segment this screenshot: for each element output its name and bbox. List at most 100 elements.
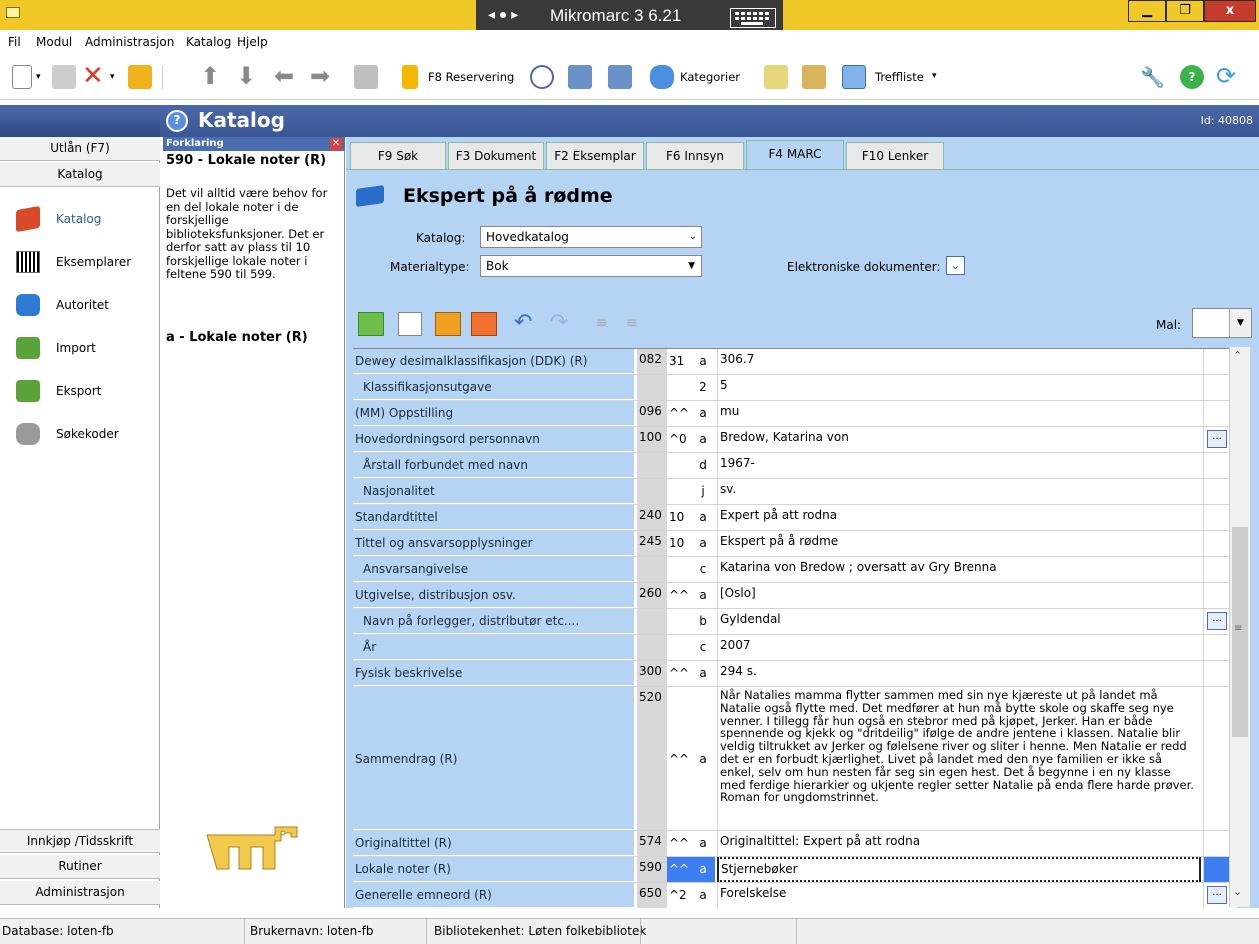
ellipsis-button[interactable]: ...: [1207, 886, 1227, 904]
maximize-button[interactable]: ❐: [1166, 0, 1204, 22]
grid-scrollbar[interactable]: ⌃ ≡ ⌄: [1229, 347, 1250, 907]
help-icon[interactable]: ?: [1180, 65, 1204, 89]
marc-indicator[interactable]: 10: [667, 531, 691, 556]
app-icon[interactable]: [6, 7, 20, 18]
ellipsis-button[interactable]: ...: [1207, 612, 1227, 630]
edit-icon[interactable]: [52, 65, 76, 89]
wrench-icon[interactable]: 🔧: [1140, 65, 1165, 89]
catalog-select[interactable]: Hovedkatalog ⌄: [480, 226, 702, 248]
marc-subfield-code[interactable]: c: [691, 635, 715, 660]
help-close-icon[interactable]: ✕: [330, 138, 342, 150]
marc-row[interactable]: Klassifikasjonsutgave 2 5: [353, 375, 1237, 401]
marc-indicator[interactable]: 10: [667, 505, 691, 530]
print-icon[interactable]: [354, 65, 378, 89]
keyboard-icon[interactable]: [730, 8, 776, 28]
menu-fil[interactable]: Fil: [8, 35, 21, 49]
marc-row[interactable]: Fysisk beskrivelse 300 ^^ a 294 s.: [353, 661, 1237, 687]
marc-indicator[interactable]: ^^: [667, 831, 691, 856]
copy-icon[interactable]: [764, 65, 788, 89]
marc-value[interactable]: 1967-: [717, 453, 1201, 478]
marc-subfield-code[interactable]: a: [691, 661, 715, 686]
new-dropdown-icon[interactable]: ▾: [36, 72, 41, 82]
add-field-icon[interactable]: [398, 312, 422, 336]
marc-value[interactable]: 306.7: [717, 349, 1201, 374]
marc-value[interactable]: 2007: [717, 635, 1201, 660]
material-type-select[interactable]: Bok ▼: [480, 255, 702, 277]
marc-row[interactable]: Dewey desimalklassifikasjon (DDK) (R) 082…: [353, 349, 1237, 375]
marc-value[interactable]: Ekspert på å rødme: [717, 531, 1201, 556]
down-arrow-icon[interactable]: ⬇: [236, 64, 260, 89]
marc-subfield-code[interactable]: b: [691, 609, 715, 634]
marc-subfield-code[interactable]: a: [691, 349, 715, 374]
marc-value[interactable]: Expert på att rodna: [717, 505, 1201, 530]
marc-row[interactable]: Årstall forbundet med navn d 1967-: [353, 453, 1237, 479]
marc-value-input[interactable]: Stjernebøker: [717, 857, 1201, 882]
menu-hjelp[interactable]: Hjelp: [237, 35, 268, 49]
marc-row[interactable]: Nasjonalitet j sv.: [353, 479, 1237, 505]
marc-value[interactable]: Bredow, Katarina von: [717, 427, 1201, 452]
marc-row[interactable]: Hovedordningsord personnavn 100 ^0 a Bredow,…: [353, 427, 1237, 453]
marc-indicator[interactable]: [667, 635, 691, 660]
marc-value[interactable]: Forelskelse: [717, 883, 1201, 908]
marc-value[interactable]: 5: [717, 375, 1201, 400]
add-row-icon[interactable]: [435, 312, 461, 336]
marc-value[interactable]: Gyldendal: [717, 609, 1201, 634]
marc-indicator[interactable]: ^^: [667, 401, 691, 426]
remove-record-icon[interactable]: [608, 65, 632, 89]
paste-icon[interactable]: [802, 65, 826, 89]
new-icon[interactable]: [12, 65, 32, 89]
nav-tab-rutiner[interactable]: Rutiner: [0, 855, 160, 879]
tab-search[interactable]: F9 Søk: [350, 142, 446, 169]
scroll-down-icon[interactable]: ⌄: [1233, 885, 1242, 898]
marc-row[interactable]: Originaltittel (R) 574 ^^ a Originaltittel: …: [353, 831, 1237, 857]
marc-indicator[interactable]: ^2: [667, 883, 691, 908]
marc-indicator[interactable]: [667, 609, 691, 634]
nav-tab-utlan[interactable]: Utlån (F7): [0, 137, 160, 161]
nav-tab-innkjop[interactable]: Innkjøp /Tidsskrift: [0, 829, 160, 853]
ellipsis-button[interactable]: ...: [1207, 430, 1227, 448]
left-arrow-icon[interactable]: ⬅: [274, 64, 298, 89]
marc-subfield-code[interactable]: a: [691, 531, 715, 556]
marc-row[interactable]: (MM) Oppstilling 096 ^^ a mu: [353, 401, 1237, 427]
marc-row[interactable]: Utgivelse, distribusjon osv. 260 ^^ a [Oslo]: [353, 583, 1237, 609]
marc-subfield-code[interactable]: a: [691, 883, 715, 908]
marc-row[interactable]: Lokale noter (R) 590 ^^ a Stjernebøker: [353, 857, 1237, 883]
marc-value[interactable]: Originaltittel: Expert på att rodna: [717, 831, 1201, 856]
delete-icon[interactable]: ✕: [82, 63, 106, 89]
save-icon[interactable]: [128, 65, 152, 89]
marc-indicator[interactable]: ^^: [667, 661, 691, 686]
marc-subfield-code[interactable]: a: [691, 427, 715, 452]
marc-indicator[interactable]: [667, 479, 691, 504]
marc-subfield-code[interactable]: 2: [691, 375, 715, 400]
close-button[interactable]: x: [1204, 0, 1256, 22]
up-arrow-icon[interactable]: ⬆: [200, 64, 224, 89]
marc-row[interactable]: Generelle emneord (R) 650 ^2 a Forelskelse..…: [353, 883, 1237, 908]
marc-subfield-code[interactable]: c: [691, 557, 715, 582]
undo-icon[interactable]: ↶: [514, 312, 544, 335]
redo-icon[interactable]: ↷: [550, 312, 580, 335]
tab-view[interactable]: F6 Innsyn: [646, 142, 744, 169]
marc-subfield-code[interactable]: a: [691, 583, 715, 608]
marc-subfield-code[interactable]: a: [691, 831, 715, 856]
move-up-icon[interactable]: ≡: [596, 315, 616, 333]
refresh-icon[interactable]: ⟳: [1216, 64, 1240, 89]
marc-row[interactable]: År c 2007: [353, 635, 1237, 661]
marc-indicator[interactable]: [667, 375, 691, 400]
template-select[interactable]: ▼: [1192, 308, 1252, 338]
delete-dropdown-icon[interactable]: ▾: [110, 72, 115, 82]
marc-indicator[interactable]: [667, 453, 691, 478]
reservation-button[interactable]: F8 Reservering: [428, 70, 514, 84]
marc-value[interactable]: mu: [717, 401, 1201, 426]
marc-indicator[interactable]: 31: [667, 349, 691, 374]
marc-value[interactable]: Når Natalies mamma flytter sammen med si…: [717, 687, 1201, 830]
marc-row[interactable]: Standardtittel 240 10 a Expert på att rodna: [353, 505, 1237, 531]
menu-modul[interactable]: Modul: [36, 35, 72, 49]
marc-indicator[interactable]: ^^: [667, 583, 691, 608]
delete-row-icon[interactable]: [471, 312, 497, 336]
marc-indicator[interactable]: [667, 557, 691, 582]
tab-links[interactable]: F10 Lenker: [846, 142, 944, 169]
right-arrow-icon[interactable]: ➡: [310, 64, 334, 89]
marc-indicator[interactable]: ^^: [667, 857, 691, 882]
add-record-icon[interactable]: [568, 65, 592, 89]
tab-copy[interactable]: F2 Eksemplar: [546, 142, 644, 169]
